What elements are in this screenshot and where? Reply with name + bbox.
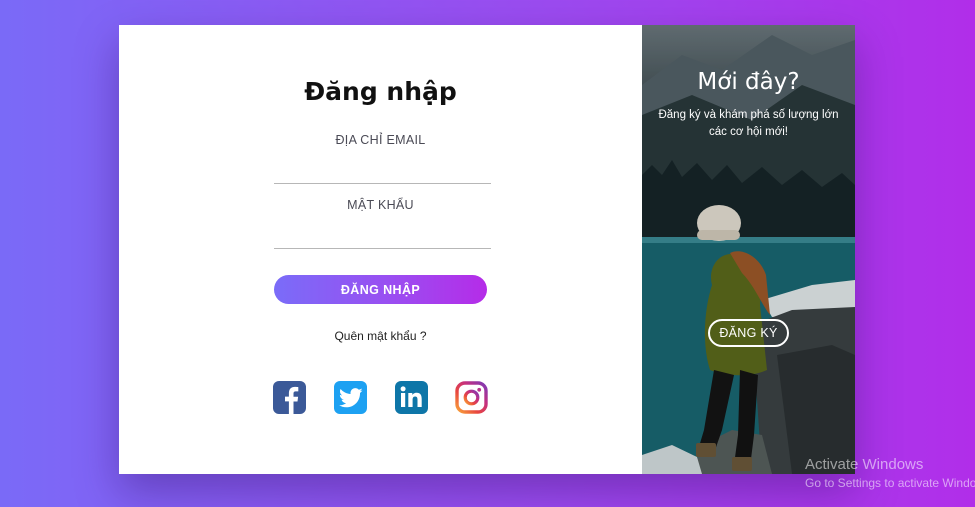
- email-field[interactable]: [274, 159, 491, 184]
- facebook-icon[interactable]: [273, 381, 306, 414]
- signup-panel: Mới đây? Đăng ký và khám phá số lượng lớ…: [642, 25, 855, 474]
- watermark-line2: Go to Settings to activate Windows.: [805, 476, 975, 490]
- login-card: Đăng nhập ĐỊA CHỈ EMAIL MẬT KHẨU ĐĂNG NH…: [119, 25, 855, 474]
- register-button[interactable]: ĐĂNG KÝ: [708, 319, 789, 347]
- password-field-group: MẬT KHẨU: [274, 198, 491, 249]
- forgot-password-link[interactable]: Quên mật khẩu ?: [119, 329, 642, 343]
- email-label: ĐỊA CHỈ EMAIL: [335, 133, 426, 147]
- password-field[interactable]: [274, 224, 491, 249]
- linkedin-icon[interactable]: [395, 381, 428, 414]
- email-field-group: ĐỊA CHỈ EMAIL: [274, 133, 491, 184]
- password-label: MẬT KHẨU: [347, 198, 414, 212]
- windows-activation-watermark: Activate Windows Go to Settings to activ…: [805, 456, 975, 490]
- signup-title: Mới đây?: [697, 69, 800, 95]
- instagram-icon[interactable]: [455, 381, 488, 414]
- watermark-line1: Activate Windows: [805, 456, 924, 473]
- page-title: Đăng nhập: [304, 77, 457, 106]
- twitter-icon[interactable]: [334, 381, 367, 414]
- login-button[interactable]: ĐĂNG NHẬP: [274, 275, 487, 304]
- login-panel: Đăng nhập ĐỊA CHỈ EMAIL MẬT KHẨU ĐĂNG NH…: [119, 25, 642, 474]
- signup-description: Đăng ký và khám phá số lượng lớn các cơ …: [658, 109, 839, 138]
